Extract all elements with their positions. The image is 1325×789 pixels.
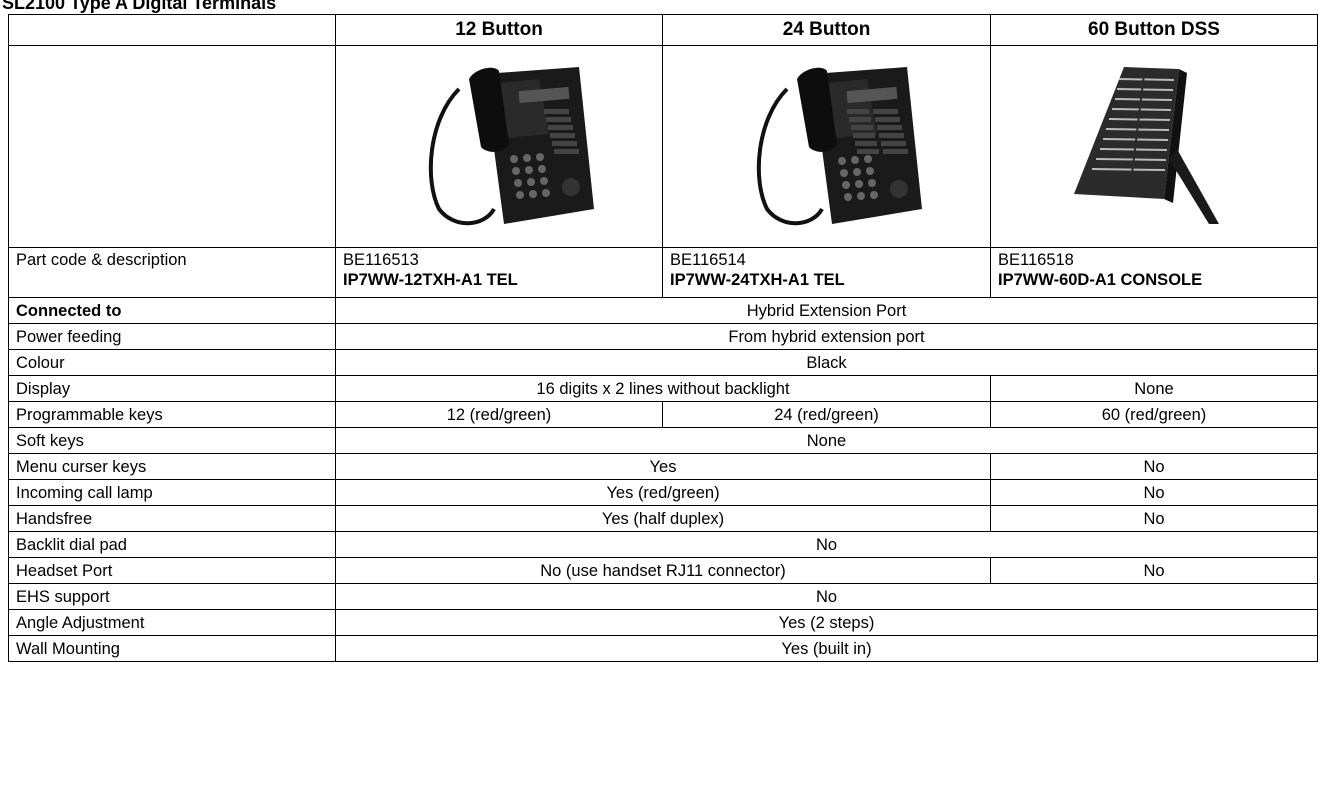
row-value: Yes (built in) [335,635,1318,662]
row-label: Handsfree [8,505,336,532]
row-label: Display [8,375,336,402]
part-code-cell: BE116518 IP7WW-60D-A1 CONSOLE [990,247,1318,298]
row-value: No [990,557,1318,584]
digital-telephone-24-button-icon [756,67,922,226]
row-value: Black [335,349,1318,376]
row-label: EHS support [8,583,336,610]
digital-telephone-12-button-icon [428,67,594,226]
row-label: Connected to [8,297,336,324]
part-code: BE116513 [343,251,419,269]
row-value: 60 (red/green) [990,401,1318,428]
row-label: Backlit dial pad [8,531,336,558]
colour-row: Colour Black [8,349,1318,376]
row-value: Yes (half duplex) [335,505,991,532]
angle-adjustment-row: Angle Adjustment Yes (2 steps) [8,609,1318,636]
row-value: 16 digits x 2 lines without backlight [335,375,991,402]
row-value: Hybrid Extension Port [335,297,1318,324]
part-description: IP7WW-12TXH-A1 TEL [343,271,518,289]
row-value: No [335,583,1318,610]
headset-port-row: Headset Port No (use handset RJ11 connec… [8,557,1318,584]
row-value: No [990,479,1318,506]
row-value: No (use handset RJ11 connector) [335,557,991,584]
incoming-call-lamp-row: Incoming call lamp Yes (red/green) No [8,479,1318,506]
row-label: Programmable keys [8,401,336,428]
table-header-row: 12 Button 24 Button 60 Button DSS [8,14,1318,46]
row-value: None [990,375,1318,402]
part-description: IP7WW-60D-A1 CONSOLE [998,271,1203,289]
backlit-dial-pad-row: Backlit dial pad No [8,531,1318,558]
row-label: Colour [8,349,336,376]
soft-keys-row: Soft keys None [8,427,1318,454]
row-value: From hybrid extension port [335,323,1318,350]
row-label: Incoming call lamp [8,479,336,506]
connected-to-row: Connected to Hybrid Extension Port [8,297,1318,324]
row-value: 12 (red/green) [335,401,663,428]
product-image-cell [335,45,663,248]
part-code-cell: BE116513 IP7WW-12TXH-A1 TEL [335,247,663,298]
column-header-12-button: 12 Button [335,14,663,46]
row-value: No [990,453,1318,480]
row-value: 24 (red/green) [662,401,991,428]
wall-mounting-row: Wall Mounting Yes (built in) [8,635,1318,662]
part-code: BE116514 [670,251,746,269]
row-value: None [335,427,1318,454]
row-label: Headset Port [8,557,336,584]
row-value: No [990,505,1318,532]
column-header-60-button-dss: 60 Button DSS [990,14,1318,46]
menu-curser-keys-row: Menu curser keys Yes No [8,453,1318,480]
image-blank-cell [8,45,336,248]
part-code-row: Part code & description BE116513 IP7WW-12… [8,247,1318,298]
row-value: No [335,531,1318,558]
header-blank-cell [8,14,336,46]
dss-console-60-button-icon [1074,67,1219,224]
ehs-support-row: EHS support No [8,583,1318,610]
part-code: BE116518 [998,251,1074,269]
row-label: Part code & description [8,247,336,298]
row-value: Yes [335,453,991,480]
page-title: SL2100 Type A Digital Terminals [2,0,277,13]
power-feeding-row: Power feeding From hybrid extension port [8,323,1318,350]
product-image-cell [990,45,1318,248]
row-label: Menu curser keys [8,453,336,480]
row-label: Angle Adjustment [8,609,336,636]
programmable-keys-row: Programmable keys 12 (red/green) 24 (red… [8,401,1318,428]
column-header-24-button: 24 Button [662,14,991,46]
display-row: Display 16 digits x 2 lines without back… [8,375,1318,402]
row-value: Yes (red/green) [335,479,991,506]
part-description: IP7WW-24TXH-A1 TEL [670,271,845,289]
product-image-cell [662,45,991,248]
row-label: Power feeding [8,323,336,350]
row-label: Wall Mounting [8,635,336,662]
row-value: Yes (2 steps) [335,609,1318,636]
spec-table: 12 Button 24 Button 60 Button DSS Part c… [8,14,1318,662]
part-code-cell: BE116514 IP7WW-24TXH-A1 TEL [662,247,991,298]
handsfree-row: Handsfree Yes (half duplex) No [8,505,1318,532]
product-image-row [8,45,1318,248]
row-label: Soft keys [8,427,336,454]
